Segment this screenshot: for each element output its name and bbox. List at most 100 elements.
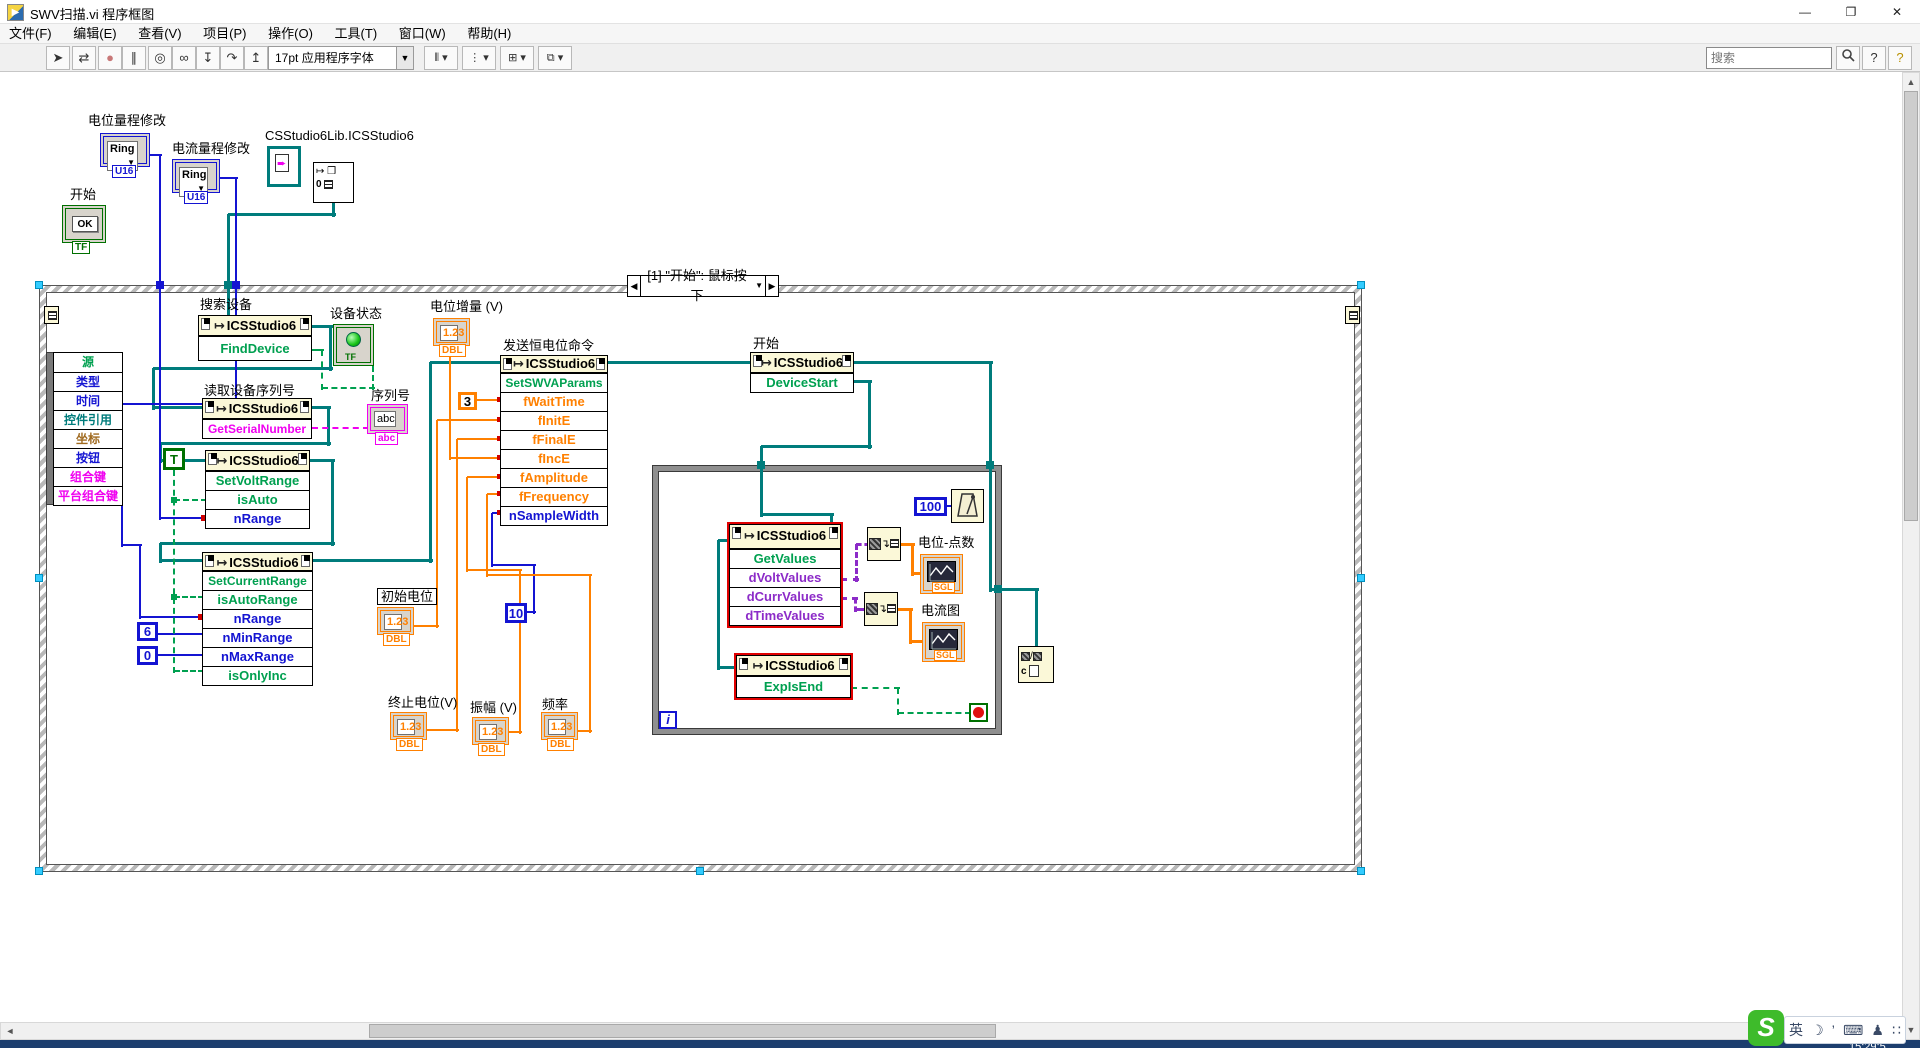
min-range-constant[interactable]: 6 [137,622,158,641]
param-row-dCurrValues[interactable]: dCurrValues [730,587,840,606]
param-row-dTimeValues[interactable]: dTimeValues [730,606,840,625]
sample-width-constant[interactable]: 10 [505,603,527,623]
param-row-isAutoRange[interactable]: isAutoRange [203,590,312,609]
param-row-fFrequency[interactable]: fFrequency [501,487,607,506]
step-out-icon[interactable]: ↥ [244,46,268,70]
class-constant-icon[interactable]: ➨ [267,146,301,187]
h-scroll-thumb[interactable] [369,1024,996,1038]
param-row-isOnlyInc[interactable]: isOnlyInc [203,666,312,685]
loop-stop-terminal[interactable] [969,703,988,722]
menu-help[interactable]: 帮助(H) [458,24,520,44]
step-into-icon[interactable]: ↧ [196,46,220,70]
abort-icon[interactable]: ● [98,46,122,70]
prev-case-icon[interactable]: ◀ [628,276,641,296]
event-data-node[interactable]: 源 类型 时间 控件引用 坐标 按钮 组合键 平台组合键 [53,352,123,506]
param-row-nMinRange[interactable]: nMinRange [203,628,312,647]
menu-operate[interactable]: 操作(O) [259,24,322,44]
moon-icon[interactable]: ☽ [1811,1022,1824,1039]
cur-range-ring-terminal[interactable]: Ring▼ [172,159,220,193]
resize-objects-dropdown[interactable]: ⊞ ▾ [500,46,534,70]
param-row-nRange[interactable]: nRange [203,609,312,628]
method-row-ExpIsEnd[interactable]: ExpIsEnd [737,676,850,697]
param-row-fFinalE[interactable]: fFinalE [501,430,607,449]
event-data-item[interactable]: 坐标 [54,429,122,448]
menu-view[interactable]: 查看(V) [129,24,190,44]
method-row-GetSerialNumber[interactable]: GetSerialNumber [203,419,311,438]
set-swva-params-node[interactable]: ↦ICSStudio6 SetSWVAParams fWaitTime fIni… [500,355,608,526]
pot-graph-terminal[interactable]: SGL [920,554,963,594]
restore-button[interactable]: ❐ [1828,0,1874,24]
method-row-SetVoltRange[interactable]: SetVoltRange [206,471,309,490]
param-row-nSampleWidth[interactable]: nSampleWidth [501,506,607,525]
pot-increment-dbl-terminal[interactable]: 1.23 [433,318,470,346]
constructor-node[interactable]: ↦ ❒ 0 [313,162,354,203]
highlight-execution-icon[interactable]: ◎ [148,46,172,70]
distribute-objects-dropdown[interactable]: ⋮ ▾ [462,46,496,70]
case-dropdown-icon[interactable]: ▼ [753,276,765,296]
dotnet-to-array-icon-2[interactable]: ↴ [864,592,898,626]
pot-range-ring-terminal[interactable]: Ring▼ [100,133,150,167]
reorder-dropdown[interactable]: ⧉ ▾ [538,46,572,70]
get-values-node[interactable]: ↦ICSStudio6 GetValues dVoltValues dCurrV… [729,524,841,626]
scroll-left-icon[interactable]: ◄ [2,1024,18,1038]
final-pot-dbl-terminal[interactable]: 1.23 [390,712,427,740]
minimize-button[interactable]: — [1782,0,1828,24]
amplitude-dbl-terminal[interactable]: 1.23 [472,717,509,745]
run-continuous-icon[interactable]: ⇄ [72,46,96,70]
close-button[interactable]: ✕ [1874,0,1920,24]
method-row-SetCurrentRange[interactable]: SetCurrentRange [203,571,312,590]
delay-constant[interactable]: 100 [914,497,947,516]
punctuation-icon[interactable]: ’ [1832,1022,1835,1038]
event-selector[interactable]: ◀ [1] "开始": 鼠标按下 ▼ ▶ [627,275,779,297]
keyboard-icon[interactable]: ⌨ [1843,1022,1863,1039]
get-serial-node[interactable]: ↦ICSStudio6 GetSerialNumber [202,398,312,439]
set-current-range-node[interactable]: ↦ICSStudio6 SetCurrentRange isAutoRange … [202,552,313,686]
menu-file[interactable]: 文件(F) [0,24,61,44]
run-icon[interactable]: ➤ [46,46,70,70]
true-constant[interactable]: T [163,448,185,470]
event-data-item[interactable]: 按钮 [54,448,122,467]
v-scrollbar[interactable]: ▲ ▼ [1902,72,1920,1040]
event-data-item[interactable]: 源 [54,353,122,372]
chevron-down-icon[interactable]: ▼ [396,47,413,69]
frequency-dbl-terminal[interactable]: 1.23 [541,712,578,740]
param-row-fAmplitude[interactable]: fAmplitude [501,468,607,487]
method-row-FindDevice[interactable]: FindDevice [199,336,311,360]
sogou-logo-icon[interactable]: S [1748,1010,1784,1046]
cur-graph-terminal[interactable]: SGL [922,622,965,662]
step-over-icon[interactable]: ↷ [220,46,244,70]
block-diagram[interactable]: ◀ [1] "开始": 鼠标按下 ▼ ▶ 源 类型 时间 控件引用 坐标 按钮 … [0,72,1902,1022]
scroll-down-icon[interactable]: ▼ [1904,1022,1918,1038]
event-data-item[interactable]: 时间 [54,391,122,410]
menu-window[interactable]: 窗口(W) [390,24,455,44]
wait-time-constant[interactable]: 3 [458,392,477,410]
search-input[interactable] [1706,47,1832,69]
person-icon[interactable]: ♟ [1871,1022,1884,1039]
method-row-GetValues[interactable]: GetValues [730,549,840,568]
device-start-node[interactable]: ↦ICSStudio6 DeviceStart [750,352,854,393]
serial-string-indicator[interactable]: abc [367,404,408,434]
device-status-led[interactable]: TF [333,324,374,366]
param-row-isAuto[interactable]: isAuto [206,490,309,509]
retain-wire-values-icon[interactable]: ∞ [172,46,196,70]
method-row-DeviceStart[interactable]: DeviceStart [751,373,853,392]
menu-edit[interactable]: 编辑(E) [64,24,125,44]
v-scroll-thumb[interactable] [1904,91,1918,521]
init-pot-dbl-terminal[interactable]: 1.23 [377,607,414,635]
event-data-item[interactable]: 平台组合键 [54,486,122,505]
event-data-item[interactable]: 类型 [54,372,122,391]
exp-is-end-node[interactable]: ↦ICSStudio6 ExpIsEnd [736,655,851,698]
param-row-fInitE[interactable]: fInitE [501,411,607,430]
param-row-fIncE[interactable]: fIncE [501,449,607,468]
menu-project[interactable]: 项目(P) [194,24,255,44]
align-objects-dropdown[interactable]: ⫴ ▾ [424,46,458,70]
pause-icon[interactable]: ∥ [122,46,146,70]
scroll-up-icon[interactable]: ▲ [1904,74,1918,90]
search-icon[interactable] [1836,46,1860,70]
loop-iteration-terminal[interactable]: i [659,711,677,729]
dotnet-to-array-icon-1[interactable]: ↴ [867,527,901,561]
param-row-dVoltValues[interactable]: dVoltValues [730,568,840,587]
start-ok-button-terminal[interactable]: OK [62,205,106,243]
param-row-nRange[interactable]: nRange [206,509,309,528]
find-device-node[interactable]: ↦ICSStudio6 FindDevice [198,315,312,361]
